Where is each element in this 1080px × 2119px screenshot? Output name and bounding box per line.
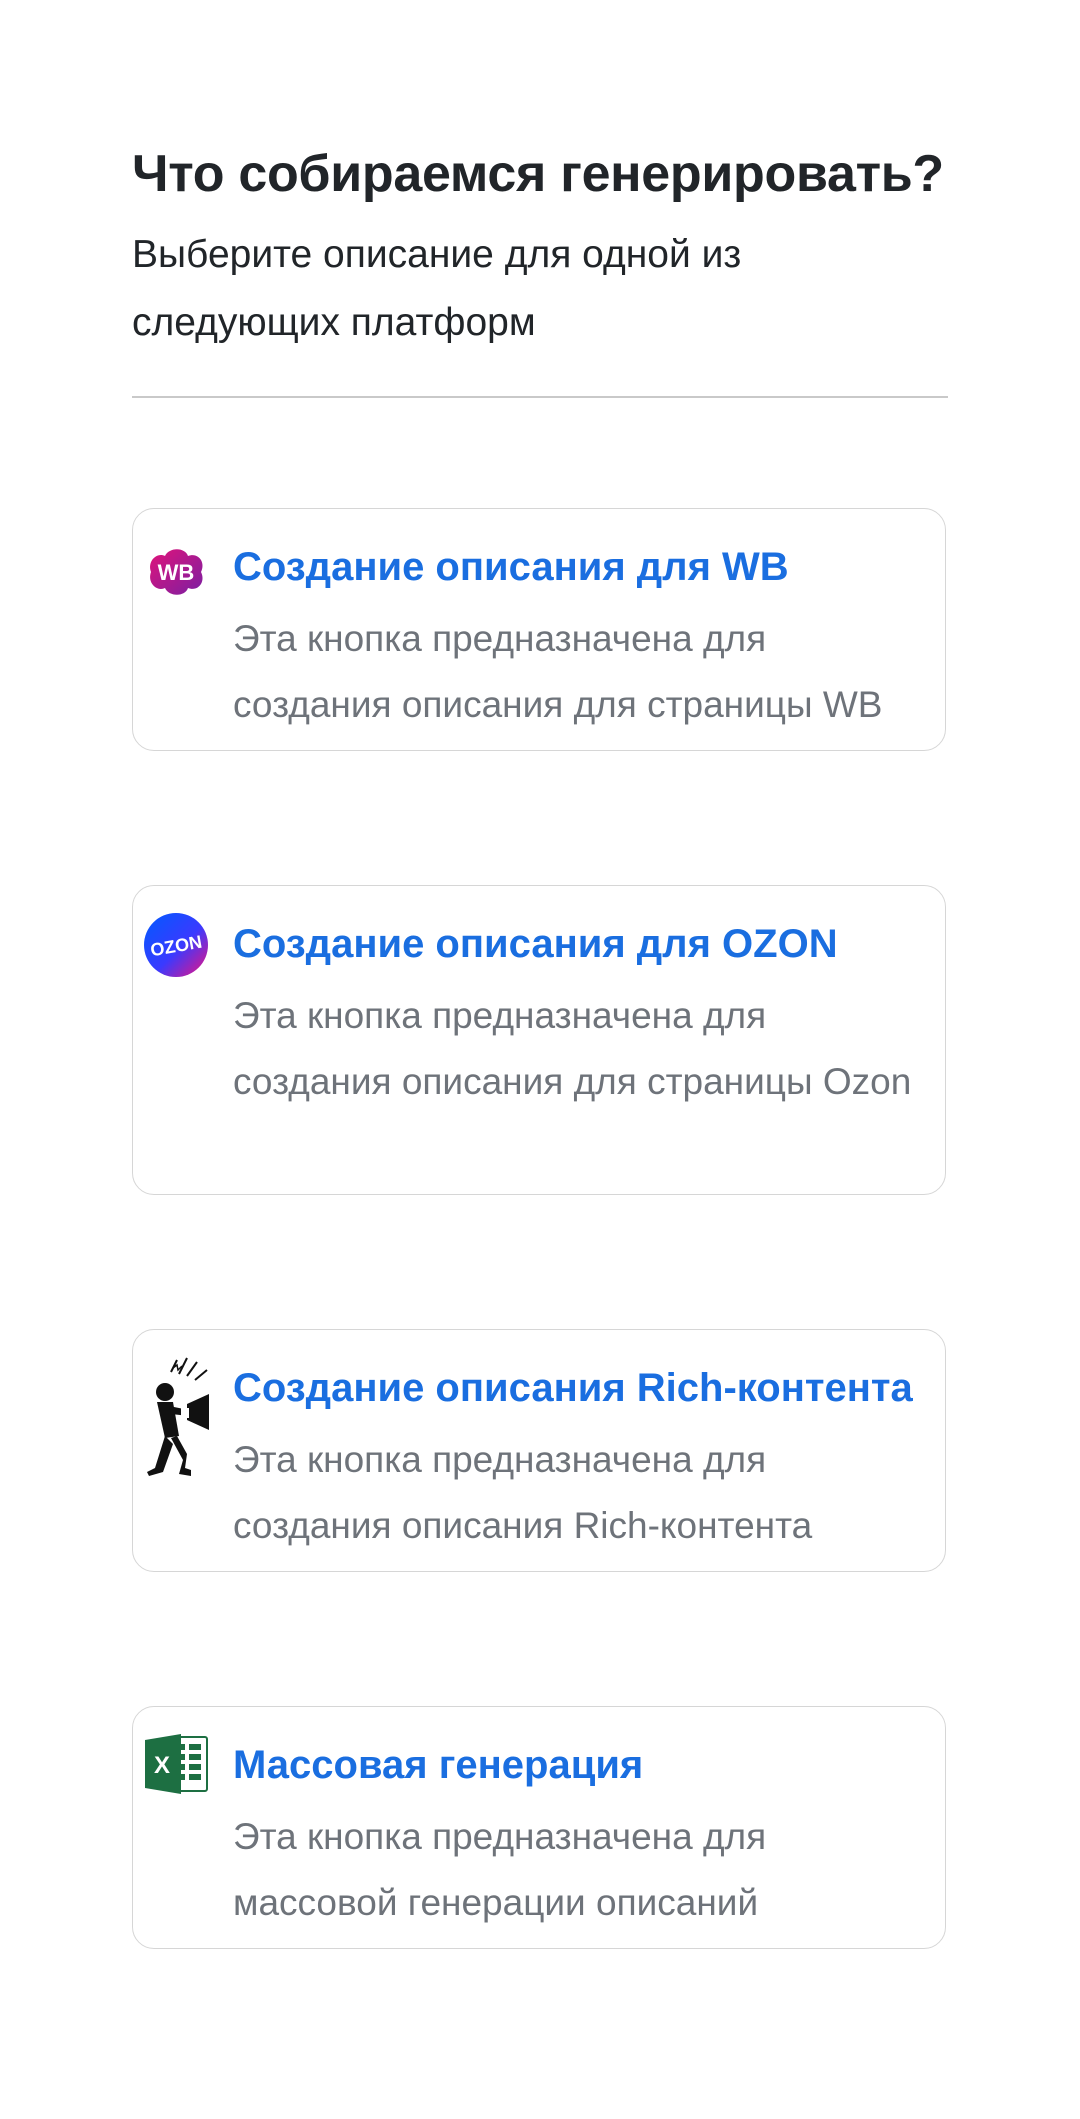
megaphone-man-icon [147,1357,209,1476]
option-description: Эта кнопка предназначена для создания оп… [233,995,912,1102]
option-card-ozon[interactable]: OZON Создание описания для OZON Эта кноп… [132,885,946,1195]
option-title: Массовая генерация [233,1743,644,1787]
option-description: Эта кнопка предназначена для создания оп… [233,1439,813,1546]
option-title: Создание описания для WB [233,545,789,589]
svg-text:X: X [154,1752,170,1779]
option-title: Создание описания Rich-контента [233,1366,913,1410]
option-description: Эта кнопка предназначена для массовой ге… [233,1816,767,1923]
ozon-logo-icon: OZON [144,913,208,977]
page-title: Что собираемся генерировать? [132,145,944,203]
page-subtitle: Выберите описание для одной из следующих… [132,233,742,344]
excel-icon: X [145,1734,208,1794]
wildberries-logo-icon: WB [150,549,203,595]
option-title: Создание описания для OZON [233,922,838,966]
svg-text:WB: WB [158,560,195,585]
divider [132,396,948,398]
option-description: Эта кнопка предназначена для создания оп… [233,618,883,725]
option-card-wb[interactable]: WB Создание описания для WB Эта кнопка п… [132,508,946,751]
option-card-rich-content[interactable]: Создание описания Rich-контента Эта кноп… [132,1329,946,1572]
option-card-mass-generation[interactable]: X Массовая генерация Эта кнопка предназн… [132,1706,946,1949]
